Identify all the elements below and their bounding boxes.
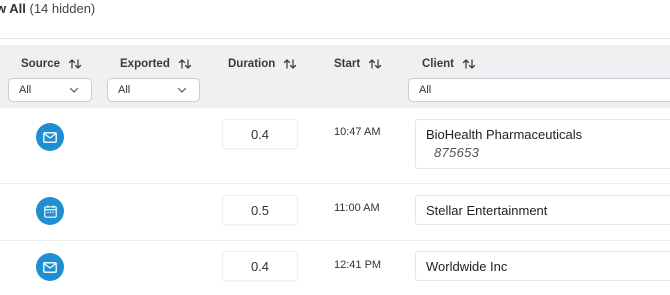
client-name: Stellar Entertainment [426, 203, 548, 218]
client-filter-value: All [419, 84, 432, 96]
duration-value[interactable]: 0.4 [222, 251, 298, 281]
column-header-exported[interactable]: Exported [120, 57, 192, 71]
table-row[interactable]: 0.4 12:41 PM Worldwide Inc [0, 241, 670, 295]
view-all-link[interactable]: w All (14 hidden) [0, 1, 95, 16]
client-name: Worldwide Inc [426, 259, 508, 274]
sort-icon[interactable] [368, 57, 382, 71]
column-header-label: Start [334, 58, 361, 70]
exported-filter-select[interactable]: All [107, 78, 200, 102]
client-field[interactable]: Stellar Entertainment [415, 195, 670, 225]
client-filter-input[interactable]: All [408, 78, 670, 102]
column-header-label: Exported [120, 58, 170, 70]
duration-value[interactable]: 0.5 [222, 195, 298, 225]
client-field[interactable]: Worldwide Inc [415, 251, 670, 281]
start-time: 10:47 AM [334, 126, 381, 138]
sort-icon[interactable] [178, 57, 192, 71]
table-row[interactable]: 0.4 10:47 AM BioHealth Pharmaceuticals 8… [0, 108, 670, 184]
column-header-client[interactable]: Client [422, 57, 476, 71]
column-header-label: Source [21, 58, 60, 70]
sort-icon[interactable] [462, 57, 476, 71]
client-field[interactable]: BioHealth Pharmaceuticals 875653 [415, 119, 670, 169]
calendar-icon [36, 197, 64, 225]
source-filter-value: All [19, 84, 32, 96]
sort-icon[interactable] [68, 57, 82, 71]
column-header-duration[interactable]: Duration [228, 57, 297, 71]
chevron-down-icon [177, 87, 187, 93]
mail-icon [36, 253, 64, 281]
table-row[interactable]: 0.5 11:00 AM Stellar Entertainment [0, 184, 670, 241]
duration-value[interactable]: 0.4 [222, 119, 298, 149]
start-time: 12:41 PM [334, 259, 382, 271]
column-header-label: Client [422, 58, 454, 70]
start-time: 11:00 AM [334, 202, 380, 214]
column-header-start[interactable]: Start [334, 57, 382, 71]
mail-icon [36, 123, 64, 151]
exported-filter-value: All [118, 84, 131, 96]
hidden-count: (14 hidden) [29, 1, 96, 16]
column-header-label: Duration [228, 58, 276, 70]
client-matter-number: 875653 [434, 145, 480, 160]
source-filter-select[interactable]: All [8, 78, 92, 102]
sort-icon[interactable] [283, 57, 297, 71]
top-bar: w All (14 hidden) [0, 0, 670, 39]
column-header-source[interactable]: Source [21, 57, 82, 71]
client-name: BioHealth Pharmaceuticals [426, 127, 583, 142]
chevron-down-icon [69, 87, 79, 93]
view-all-label[interactable]: w All [0, 1, 26, 16]
